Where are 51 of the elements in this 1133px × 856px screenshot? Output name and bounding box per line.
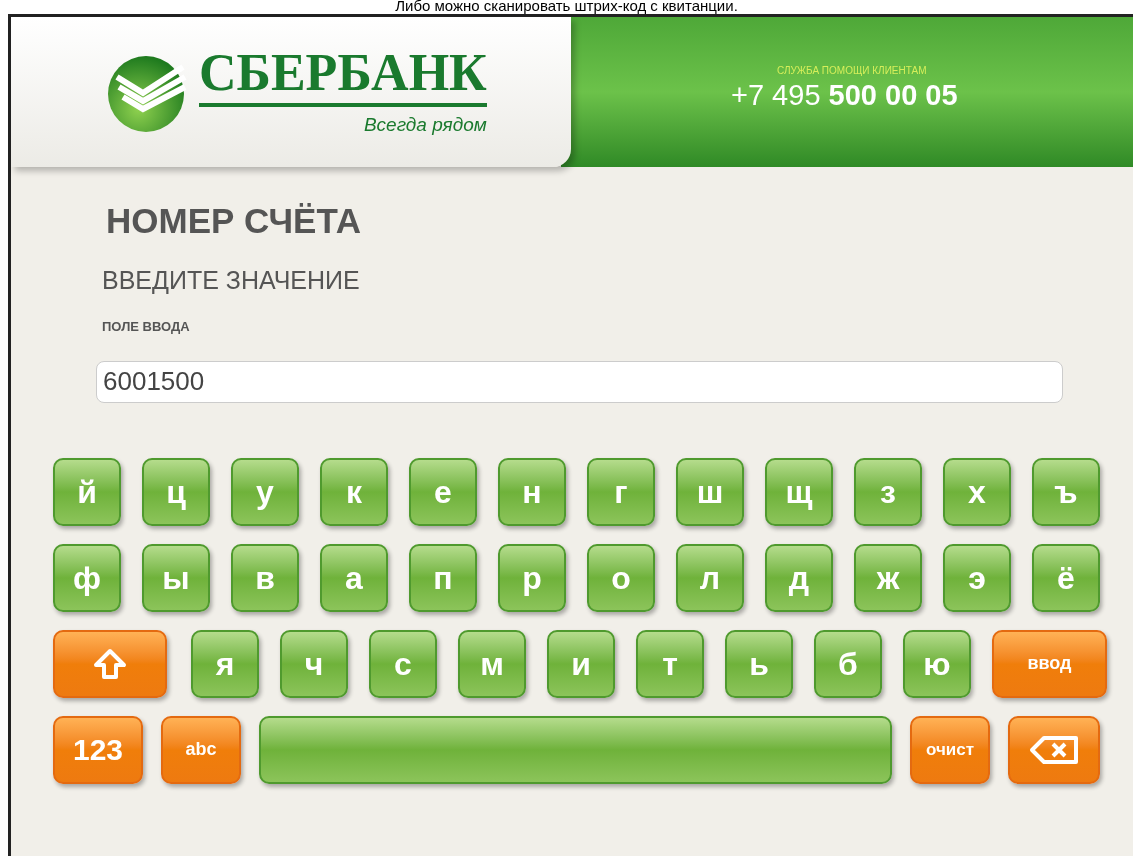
letter-key[interactable]: я: [191, 629, 259, 698]
instruction-text: Либо можно сканировать штрих-код с квитанции.: [395, 0, 738, 14]
letter-key[interactable]: в: [231, 543, 299, 612]
letter-key[interactable]: й: [53, 457, 121, 526]
letter-key[interactable]: к: [320, 457, 388, 526]
letter-key[interactable]: у: [231, 457, 299, 526]
letter-key[interactable]: и: [547, 629, 615, 698]
letter-key[interactable]: а: [320, 543, 388, 612]
letter-key[interactable]: н: [498, 457, 566, 526]
page-title: НОМЕР СЧЁТА: [106, 201, 362, 241]
field-label: ПОЛЕ ВВОДА: [102, 318, 191, 336]
help-label: СЛУЖБА ПОМОЩИ КЛИЕНТАМ: [776, 64, 928, 78]
letter-key[interactable]: х: [943, 457, 1011, 526]
letter-key[interactable]: е: [409, 457, 477, 526]
letter-key[interactable]: ч: [280, 629, 348, 698]
page-subtitle: ВВЕДИТЕ ЗНАЧЕНИЕ: [102, 265, 361, 295]
letter-key[interactable]: с: [369, 629, 437, 698]
letter-key[interactable]: ъ: [1032, 457, 1100, 526]
letter-key[interactable]: г: [587, 457, 655, 526]
backspace-key[interactable]: [1008, 715, 1100, 784]
letter-key[interactable]: ё: [1032, 543, 1100, 612]
letter-key[interactable]: э: [943, 543, 1011, 612]
abc-key[interactable]: abc: [161, 715, 241, 784]
arrow-up-icon: [93, 647, 127, 680]
numbers-key[interactable]: 123: [53, 715, 143, 784]
letter-key[interactable]: ф: [53, 543, 121, 612]
space-key[interactable]: [259, 715, 892, 784]
phone-number: +7 495 500 00 05: [731, 78, 959, 112]
letter-key[interactable]: ш: [676, 457, 744, 526]
shift-key[interactable]: [53, 629, 167, 698]
letter-key[interactable]: ю: [903, 629, 971, 698]
enter-key[interactable]: ввод: [992, 629, 1107, 698]
letter-key[interactable]: ц: [142, 457, 210, 526]
letter-key[interactable]: з: [854, 457, 922, 526]
letter-key[interactable]: щ: [765, 457, 833, 526]
letter-key[interactable]: п: [409, 543, 477, 612]
backspace-icon: [1029, 734, 1079, 765]
letter-key[interactable]: о: [587, 543, 655, 612]
slogan-text: Всегда рядом: [363, 112, 487, 137]
clear-key[interactable]: очист: [910, 715, 990, 784]
letter-key[interactable]: ь: [725, 629, 793, 698]
letter-key[interactable]: б: [814, 629, 882, 698]
letter-key[interactable]: д: [765, 543, 833, 612]
input-field[interactable]: 6001500: [96, 360, 1063, 403]
letter-key[interactable]: м: [458, 629, 526, 698]
brand-name: СБЕРБАНК: [199, 44, 487, 107]
letter-key[interactable]: ж: [854, 543, 922, 612]
letter-key[interactable]: л: [676, 543, 744, 612]
letter-key[interactable]: ы: [142, 543, 210, 612]
letter-key[interactable]: т: [636, 629, 704, 698]
letter-key[interactable]: р: [498, 543, 566, 612]
